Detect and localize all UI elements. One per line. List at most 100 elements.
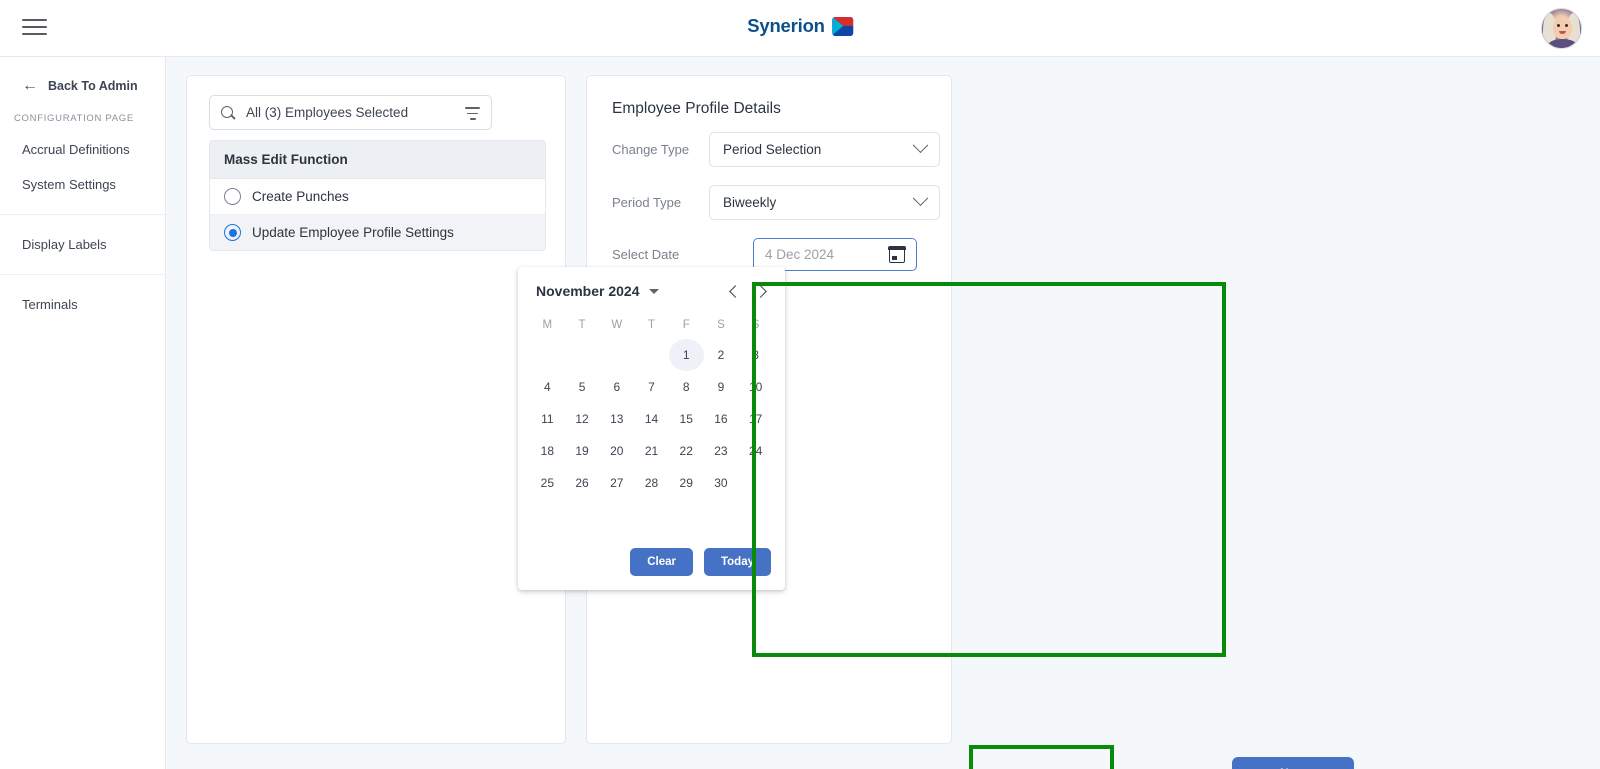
calendar-day-29[interactable]: 29: [669, 467, 704, 499]
calendar-day-20[interactable]: 20: [599, 435, 634, 467]
period-type-row: Period Type Biweekly: [587, 185, 953, 220]
next-button[interactable]: Next: [1232, 757, 1354, 769]
change-type-value: Period Selection: [723, 142, 822, 157]
calendar-day-28[interactable]: 28: [634, 467, 669, 499]
calendar-weekday-2: W: [611, 319, 623, 331]
date-picker-popup: November 2024 M T W T F S S 1 2 3 4 5 6 7 8 9 10 11 12 13 14…: [518, 267, 785, 590]
calendar-day-13[interactable]: 13: [599, 403, 634, 435]
calendar-day-18[interactable]: 18: [530, 435, 565, 467]
calendar-day-26[interactable]: 26: [565, 467, 600, 499]
calendar-month-label[interactable]: November 2024: [536, 283, 640, 299]
calendar-weekday-5: S: [717, 319, 725, 331]
arrow-left-icon: ←: [22, 77, 38, 94]
radio-label-update-employee-profile-settings: Update Employee Profile Settings: [252, 225, 454, 240]
calendar-weekday-0: M: [542, 319, 553, 331]
select-date-label: Select Date: [612, 247, 680, 262]
select-date-placeholder: 4 Dec 2024: [765, 247, 835, 262]
calendar-day-blank: [565, 339, 600, 371]
calendar-weekday-6: S: [751, 319, 760, 331]
calendar-day-23[interactable]: 23: [704, 435, 739, 467]
calendar-day-1[interactable]: 1: [668, 339, 704, 371]
filter-icon[interactable]: [465, 107, 480, 120]
radio-icon-unselected: [224, 188, 241, 205]
calendar-day-9[interactable]: 9: [704, 371, 739, 403]
caret-down-icon[interactable]: [648, 288, 659, 294]
radio-icon-selected: [224, 224, 241, 241]
page-title: Employee Profile Details: [612, 100, 781, 117]
chevron-right-icon[interactable]: [754, 284, 767, 298]
calendar-day-21[interactable]: 21: [634, 435, 669, 467]
calendar-day-blank: [634, 339, 669, 371]
calendar-day-22[interactable]: 22: [669, 435, 704, 467]
annotation-box-next-button: [969, 745, 1114, 769]
change-type-select[interactable]: Period Selection: [709, 132, 940, 167]
calendar-day-15[interactable]: 15: [669, 403, 704, 435]
calendar-day-6[interactable]: 6: [599, 371, 634, 403]
calendar-day-10[interactable]: 10: [738, 371, 773, 403]
mass-edit-function-panel: Mass Edit Function Create Punches Update…: [209, 140, 546, 251]
sidebar: ← Back To Admin CONFIGURATION PAGE Accru…: [0, 57, 166, 769]
employee-selection-card: All (3) Employees Selected Mass Edit Fun…: [186, 75, 566, 744]
hamburger-icon[interactable]: [22, 16, 48, 38]
sidebar-item-system-settings[interactable]: System Settings: [0, 167, 165, 202]
synerion-mark-icon: [831, 16, 853, 36]
sidebar-item-terminals[interactable]: Terminals: [0, 287, 165, 322]
calendar-day-30[interactable]: 30: [704, 467, 739, 499]
calendar-day-7[interactable]: 7: [634, 371, 669, 403]
brand-name: Synerion: [747, 15, 825, 36]
chevron-down-icon: [912, 137, 929, 154]
radio-option-create-punches[interactable]: Create Punches: [210, 179, 545, 215]
calendar-day-27[interactable]: 27: [599, 467, 634, 499]
calendar-day-12[interactable]: 12: [565, 403, 600, 435]
sidebar-group-configuration: Accrual Definitions System Settings: [0, 132, 165, 214]
brand-logo: Synerion: [747, 15, 853, 37]
avatar[interactable]: [1541, 8, 1582, 49]
calendar-grid: M T W T F S S 1 2 3 4 5 6 7 8 9 10 11 12 13 14 15 16 17 18 19 20 21…: [518, 303, 785, 499]
calendar-weekday-3: T: [647, 319, 655, 331]
employee-search-value: All (3) Employees Selected: [246, 105, 409, 120]
sidebar-group-terminals: Terminals: [0, 274, 165, 334]
main-content: All (3) Employees Selected Mass Edit Fun…: [166, 57, 1600, 769]
calendar-day-25[interactable]: 25: [530, 467, 565, 499]
calendar-day-blank: [530, 339, 565, 371]
calendar-day-4[interactable]: 4: [530, 371, 565, 403]
period-type-value: Biweekly: [723, 195, 777, 210]
calendar-clear-button[interactable]: Clear: [630, 548, 693, 576]
period-type-label: Period Type: [612, 195, 682, 210]
calendar-icon[interactable]: [888, 245, 906, 263]
calendar-day-5[interactable]: 5: [565, 371, 600, 403]
calendar-day-16[interactable]: 16: [704, 403, 739, 435]
calendar-day-17[interactable]: 17: [738, 403, 773, 435]
calendar-day-8[interactable]: 8: [669, 371, 704, 403]
period-type-select[interactable]: Biweekly: [709, 185, 940, 220]
calendar-weekday-1: T: [578, 319, 586, 331]
back-to-admin-link[interactable]: ← Back To Admin: [0, 57, 165, 94]
calendar-day-11[interactable]: 11: [530, 403, 565, 435]
sidebar-item-accrual-definitions[interactable]: Accrual Definitions: [0, 132, 165, 167]
calendar-actions: Clear Today: [630, 548, 771, 576]
calendar-day-blank: [599, 339, 634, 371]
calendar-day-19[interactable]: 19: [565, 435, 600, 467]
sidebar-section-title: CONFIGURATION PAGE: [14, 113, 134, 124]
calendar-header: November 2024: [518, 267, 785, 303]
calendar-day-24[interactable]: 24: [738, 435, 773, 467]
calendar-weekday-4: F: [682, 319, 690, 331]
calendar-day-2[interactable]: 2: [704, 339, 739, 371]
employee-search-input[interactable]: All (3) Employees Selected: [209, 95, 492, 130]
radio-label-create-punches: Create Punches: [252, 189, 349, 204]
calendar-day-14[interactable]: 14: [634, 403, 669, 435]
radio-option-update-employee-profile-settings[interactable]: Update Employee Profile Settings: [210, 215, 545, 250]
mass-edit-header: Mass Edit Function: [210, 141, 545, 179]
chevron-left-icon[interactable]: [729, 284, 742, 298]
app-root: Synerion ← Back To Admin CONFIGURATION P…: [0, 0, 1600, 769]
calendar-today-button[interactable]: Today: [703, 548, 771, 576]
chevron-down-icon: [912, 190, 929, 207]
back-to-admin-label: Back To Admin: [48, 79, 138, 93]
change-type-row: Change Type Period Selection: [587, 132, 953, 167]
top-bar: Synerion: [0, 0, 1600, 57]
change-type-label: Change Type: [612, 142, 690, 157]
sidebar-item-display-labels[interactable]: Display Labels: [0, 227, 165, 262]
sidebar-group-display: Display Labels: [0, 214, 165, 274]
search-icon: [220, 105, 236, 121]
calendar-day-3[interactable]: 3: [738, 339, 773, 371]
